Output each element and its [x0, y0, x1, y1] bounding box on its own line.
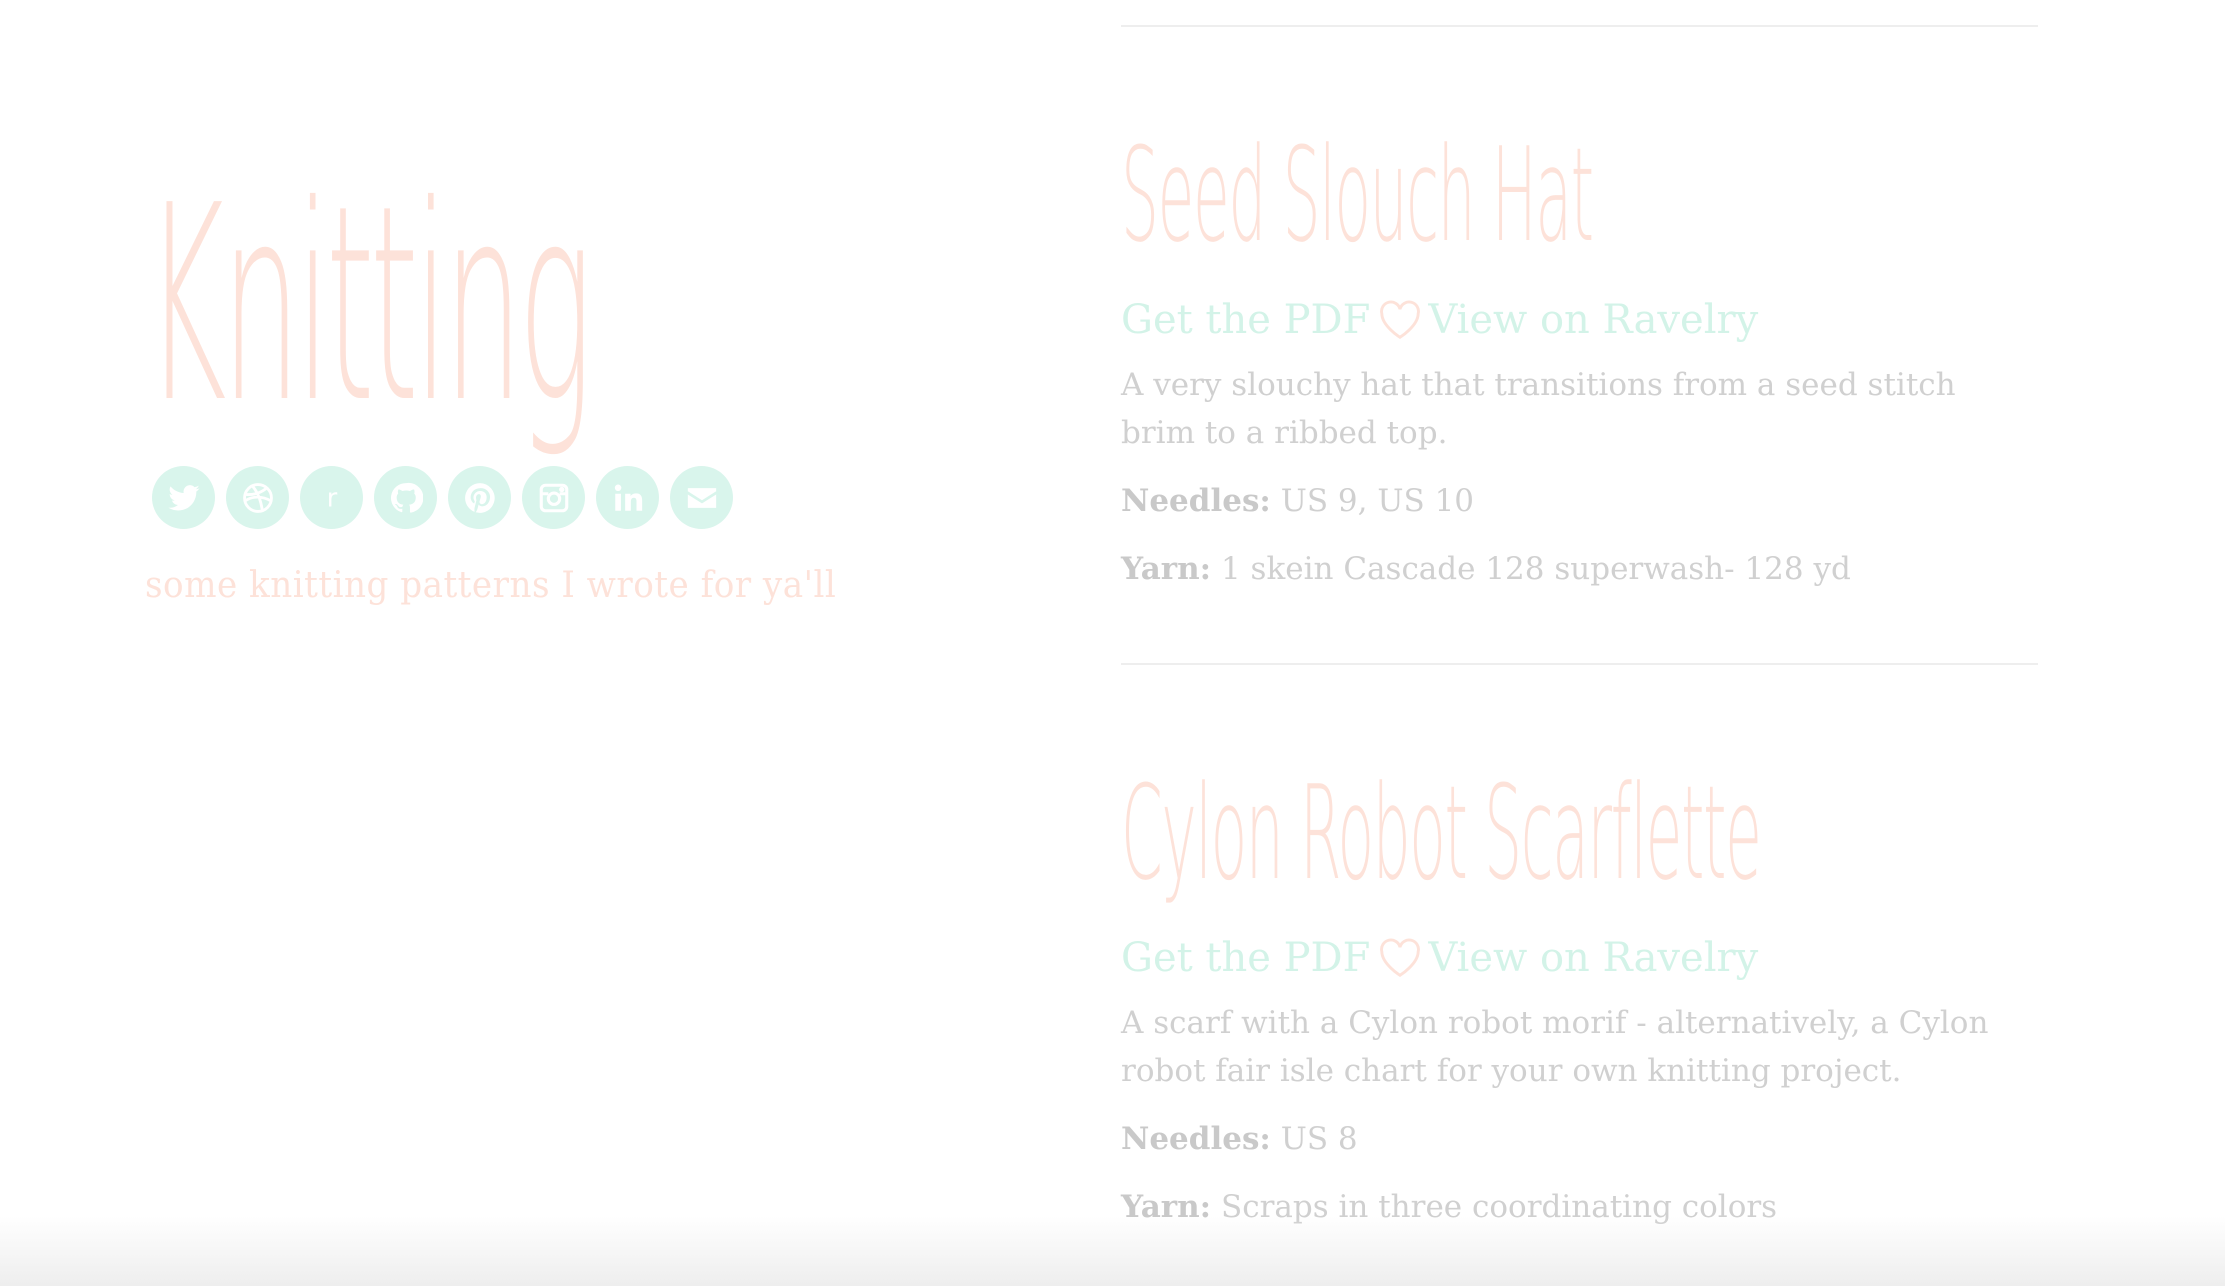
pinterest-link[interactable] — [448, 466, 511, 529]
pattern-title: Cylon Robot Scarflette — [1121, 757, 1762, 909]
heart-icon — [1378, 300, 1422, 340]
sidebar: Knitting r some knitting patterns I wrot… — [145, 147, 837, 607]
needles-label: Needles: — [1121, 1121, 1271, 1157]
yarn-value: 1 skein Cascade 128 superwash- 128 yd — [1220, 551, 1851, 587]
get-pdf-link[interactable]: Get the PDF — [1121, 933, 1370, 983]
instagram-icon — [539, 483, 568, 512]
linkedin-icon — [614, 484, 642, 511]
needles-info: Needles: US 8 — [1121, 1115, 2038, 1163]
tagline: some knitting patterns I wrote for ya'll — [145, 565, 837, 606]
top-spacer — [1121, 0, 2038, 25]
pattern-list: Seed Slouch Hat Get the PDF View on Rave… — [1121, 0, 2038, 1286]
needles-value: US 9, US 10 — [1280, 483, 1475, 519]
pinterest-icon — [464, 482, 495, 513]
instagram-link[interactable] — [522, 466, 585, 529]
github-icon — [390, 482, 423, 513]
pattern-description: A very slouchy hat that transitions from… — [1121, 367, 1956, 451]
pattern-item: Cylon Robot Scarflette Get the PDF View … — [1121, 665, 2038, 1286]
svg-text:r: r — [326, 483, 337, 513]
get-pdf-link[interactable]: Get the PDF — [1121, 295, 1370, 345]
heart-icon — [1378, 938, 1422, 978]
social-links: r — [152, 466, 805, 529]
dribbble-icon — [242, 482, 273, 513]
needles-label: Needles: — [1121, 483, 1271, 519]
needles-value: US 8 — [1280, 1121, 1358, 1157]
email-link[interactable] — [670, 466, 733, 529]
ravelry-icon: r — [326, 483, 337, 513]
yarn-label: Yarn: — [1121, 551, 1212, 587]
yarn-info: Yarn: 1 skein Cascade 128 superwash- 128… — [1121, 545, 2038, 593]
site-title: Knitting — [145, 147, 593, 462]
needles-info: Needles: US 9, US 10 — [1121, 477, 2038, 525]
pattern-links: Get the PDF View on Ravelry — [1121, 933, 2038, 983]
github-link[interactable] — [374, 466, 437, 529]
dribbble-link[interactable] — [226, 466, 289, 529]
pattern-description: A scarf with a Cylon robot morif - alter… — [1121, 1005, 1989, 1089]
view-on-ravelry-link[interactable]: View on Ravelry — [1428, 295, 1758, 345]
twitter-icon — [167, 484, 200, 510]
view-on-ravelry-link[interactable]: View on Ravelry — [1428, 933, 1758, 983]
bottom-shadow — [0, 1216, 2225, 1286]
email-icon — [687, 487, 716, 508]
pattern-title: Seed Slouch Hat — [1121, 119, 1594, 271]
twitter-link[interactable] — [152, 466, 215, 529]
ravelry-link[interactable]: r — [300, 466, 363, 529]
pattern-links: Get the PDF View on Ravelry — [1121, 295, 2038, 345]
pattern-item: Seed Slouch Hat Get the PDF View on Rave… — [1121, 27, 2038, 663]
linkedin-link[interactable] — [596, 466, 659, 529]
